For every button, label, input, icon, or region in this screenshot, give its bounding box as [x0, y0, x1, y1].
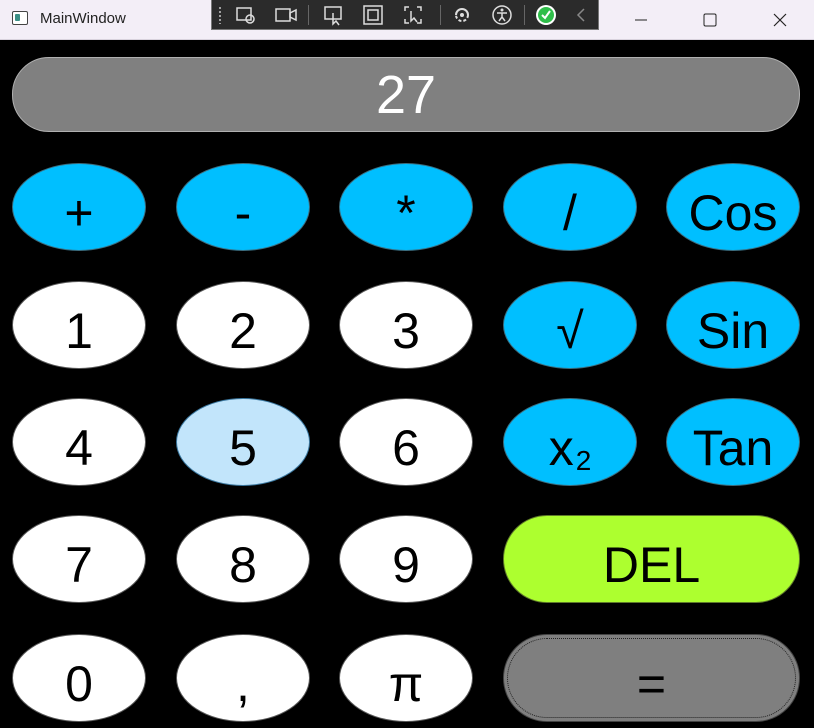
toolbar-separator [308, 5, 309, 25]
multiply-button[interactable]: * [339, 163, 473, 251]
equals-button[interactable]: = [503, 634, 800, 722]
toolbar-separator [524, 5, 525, 25]
digit-1-button[interactable]: 1 [12, 281, 146, 369]
minimize-button[interactable] [606, 0, 676, 40]
grip-icon[interactable] [218, 6, 222, 24]
check-circle-icon[interactable] [534, 4, 558, 26]
digit-2-button[interactable]: 2 [176, 281, 310, 369]
digit-9-button[interactable]: 9 [339, 515, 473, 603]
digit-3-button[interactable]: 3 [339, 281, 473, 369]
collapse-icon[interactable] [570, 4, 594, 26]
digit-5-button[interactable]: 5 [176, 398, 310, 486]
window-title: MainWindow [40, 10, 126, 27]
minus-button[interactable]: - [176, 163, 310, 251]
result-display: 27 [12, 57, 800, 132]
hot-reload-icon[interactable] [450, 4, 474, 26]
xaml-debug-toolbar [211, 0, 599, 30]
maximize-icon [703, 13, 717, 27]
close-button[interactable] [744, 0, 814, 40]
digit-8-button[interactable]: 8 [176, 515, 310, 603]
delete-button[interactable]: DEL [503, 515, 800, 603]
track-focus-icon[interactable] [402, 4, 426, 26]
pi-button[interactable]: π [339, 634, 473, 722]
title-bar: MainWindow [0, 0, 814, 40]
minimize-icon [635, 19, 647, 21]
square-exponent: 2 [575, 445, 592, 476]
layout-bounds-icon[interactable] [362, 4, 386, 26]
divide-button[interactable]: / [503, 163, 637, 251]
square-button[interactable]: x2 [503, 398, 637, 486]
cos-button[interactable]: Cos [666, 163, 800, 251]
accessibility-icon[interactable] [490, 4, 514, 26]
close-icon [773, 13, 787, 27]
maximize-button[interactable] [675, 0, 745, 40]
digit-7-button[interactable]: 7 [12, 515, 146, 603]
digit-6-button[interactable]: 6 [339, 398, 473, 486]
plus-button[interactable]: + [12, 163, 146, 251]
app-window-icon [12, 11, 28, 25]
select-element-icon[interactable] [234, 4, 258, 26]
display-value: 27 [375, 64, 437, 125]
comma-button[interactable]: , [176, 634, 310, 722]
toolbar-separator [440, 5, 441, 25]
select-cursor-icon[interactable] [322, 4, 346, 26]
tan-button[interactable]: Tan [666, 398, 800, 486]
square-base: x [548, 420, 574, 476]
sqrt-button[interactable]: √ [503, 281, 637, 369]
digit-0-button[interactable]: 0 [12, 634, 146, 722]
sin-button[interactable]: Sin [666, 281, 800, 369]
digit-4-button[interactable]: 4 [12, 398, 146, 486]
record-icon[interactable] [274, 4, 298, 26]
